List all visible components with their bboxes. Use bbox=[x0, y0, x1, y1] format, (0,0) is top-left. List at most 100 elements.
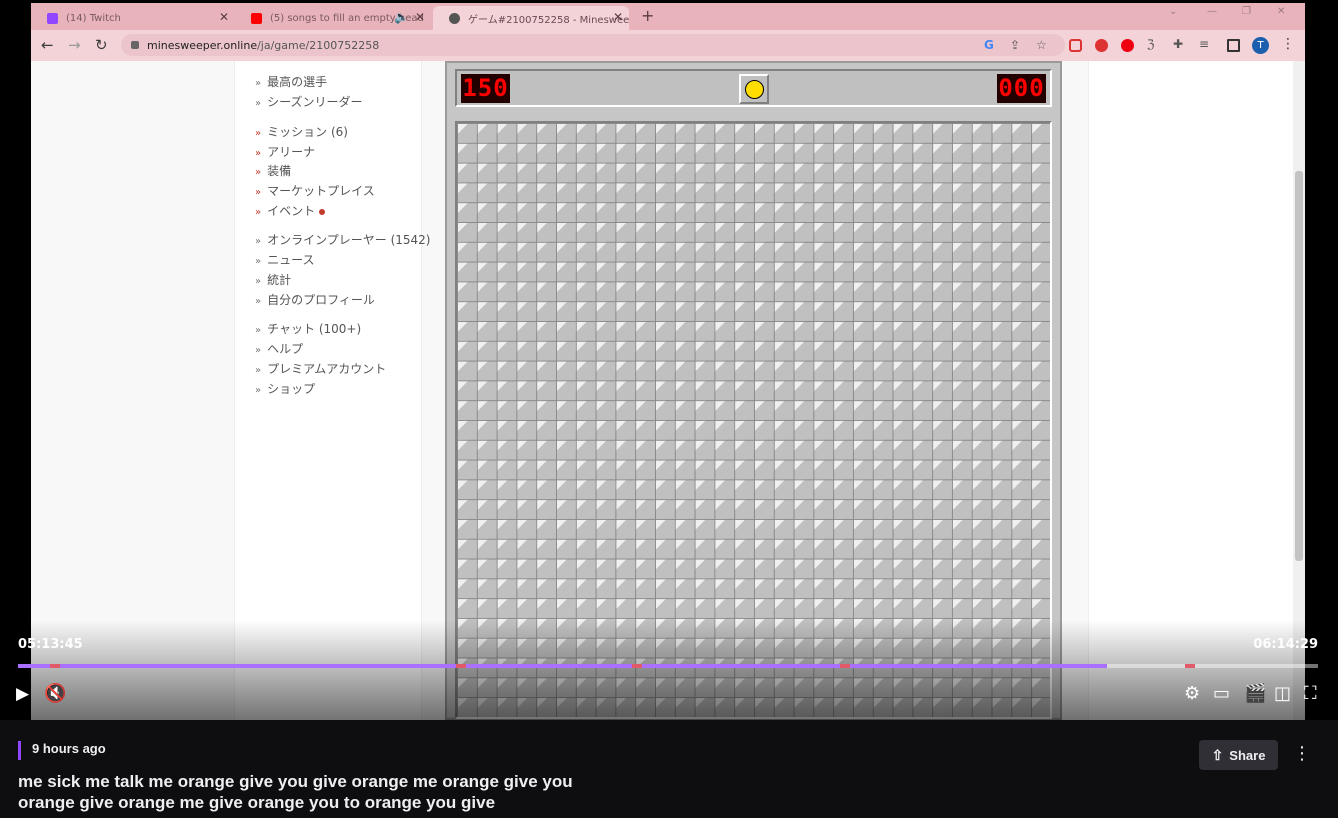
more-options-icon[interactable]: ⋮ bbox=[1293, 744, 1311, 764]
clip-icon[interactable]: 🎬 bbox=[1244, 684, 1266, 704]
address-bar: minesweeper.online /ja/game/2100752258 bbox=[121, 34, 1065, 56]
mute-icon[interactable]: 🔇 bbox=[44, 684, 66, 704]
menu-item: » オンラインプレーヤー (1542) bbox=[255, 233, 431, 247]
browser-tab-minesweeper: ゲーム#2100752258 - Minesweeper. ✕ bbox=[433, 6, 629, 30]
google-translate-icon: G bbox=[984, 38, 994, 52]
menu-item: » イベント bbox=[255, 202, 326, 219]
mines-counter: 150 bbox=[461, 74, 510, 103]
chevron-right-icon: » bbox=[255, 148, 262, 159]
minimize-icon: — bbox=[1207, 6, 1217, 17]
menu-item: » ニュース bbox=[255, 253, 315, 267]
chevron-right-icon: » bbox=[255, 256, 262, 267]
speaker-icon: 🔈 bbox=[394, 10, 409, 24]
tab-title: ゲーム#2100752258 - Minesweeper. bbox=[468, 14, 629, 26]
chevron-right-icon: » bbox=[255, 187, 262, 198]
game-status-bar: 150 000 bbox=[455, 69, 1052, 107]
posted-time: 9 hours ago bbox=[32, 741, 106, 756]
video-title: me sick me talk me orange give you give … bbox=[18, 771, 638, 813]
chevron-right-icon: » bbox=[255, 128, 262, 139]
browser-toolbar: ← → ↻ minesweeper.online /ja/game/210075… bbox=[31, 30, 1305, 61]
translate-icon: ℨ bbox=[1147, 37, 1155, 51]
globe-icon bbox=[449, 12, 460, 24]
seek-marker bbox=[1185, 664, 1195, 668]
chevron-right-icon: » bbox=[255, 236, 262, 247]
reload-icon: ↻ bbox=[95, 36, 108, 54]
chevron-right-icon: » bbox=[255, 78, 262, 89]
chevron-right-icon: » bbox=[255, 345, 262, 356]
forward-icon: → bbox=[68, 36, 81, 54]
chevron-right-icon: » bbox=[255, 325, 262, 336]
menu-item: » 最高の選手 bbox=[255, 75, 328, 89]
notification-dot bbox=[319, 208, 326, 215]
browser-tab-twitch: (14) Twitch ✕ bbox=[31, 6, 235, 30]
twitch-icon bbox=[47, 12, 58, 24]
total-time: 06:14:29 bbox=[1253, 637, 1318, 652]
game-timer: 000 bbox=[997, 74, 1046, 103]
menu-item: » ショップ bbox=[255, 382, 316, 396]
close-icon: ✕ bbox=[414, 10, 425, 24]
chevron-down-icon: ⌄ bbox=[1169, 6, 1178, 17]
video-info: 9 hours ago me sick me talk me orange gi… bbox=[0, 720, 1338, 818]
browser-tab-youtube: (5) songs to fill an empty head 🔈 ✕ bbox=[235, 6, 431, 30]
chevron-right-icon: » bbox=[255, 385, 262, 396]
youtube-icon bbox=[251, 12, 262, 24]
video-player[interactable]: (14) Twitch ✕ (5) songs to fill an empty… bbox=[0, 0, 1338, 720]
menu-item: » シーズンリーダー bbox=[255, 95, 363, 109]
menu-item: » ヘルプ bbox=[255, 342, 304, 356]
accent-bar bbox=[18, 741, 21, 760]
menu-item: » 装備 bbox=[255, 164, 292, 178]
sidebar-toggle-icon[interactable]: ◫ bbox=[1274, 684, 1291, 704]
close-icon: ✕ bbox=[218, 10, 229, 24]
extension-icon bbox=[1069, 39, 1082, 52]
puzzle-icon: ✚ bbox=[1173, 37, 1184, 51]
play-icon[interactable]: ▶ bbox=[16, 684, 29, 704]
seek-marker bbox=[840, 664, 850, 668]
close-window-icon: ✕ bbox=[1277, 6, 1286, 17]
smiley-face-icon bbox=[739, 74, 769, 104]
menu-item: » マーケットプレイス bbox=[255, 184, 375, 198]
browser-menu-icon: ⋮ bbox=[1281, 36, 1295, 52]
share-label: Share bbox=[1229, 747, 1266, 763]
url-path: /ja/game/2100752258 bbox=[257, 38, 380, 52]
chevron-right-icon: » bbox=[255, 276, 262, 287]
back-icon: ← bbox=[41, 36, 54, 54]
browser-tab-strip: (14) Twitch ✕ (5) songs to fill an empty… bbox=[31, 3, 1305, 30]
share-page-icon: ⇪ bbox=[1010, 38, 1021, 52]
bookmark-star-icon: ☆ bbox=[1036, 38, 1047, 52]
media-icon: ≡ bbox=[1199, 37, 1210, 51]
url-domain: minesweeper.online bbox=[147, 38, 258, 52]
seek-marker bbox=[50, 664, 60, 668]
player-controls-overlay bbox=[0, 620, 1338, 720]
opera-icon bbox=[1121, 39, 1134, 52]
chevron-right-icon: » bbox=[255, 167, 262, 178]
menu-item: » 統計 bbox=[255, 273, 292, 287]
fullscreen-icon[interactable]: ⛶ bbox=[1304, 684, 1317, 704]
theatre-mode-icon[interactable]: ▭ bbox=[1213, 684, 1230, 704]
menu-item: » アリーナ bbox=[255, 145, 316, 159]
video-frame: (14) Twitch ✕ (5) songs to fill an empty… bbox=[31, 3, 1305, 720]
new-tab-icon: + bbox=[641, 6, 655, 25]
restore-icon: ❐ bbox=[1242, 6, 1251, 17]
chevron-right-icon: » bbox=[255, 207, 262, 218]
settings-icon[interactable]: ⚙ bbox=[1184, 684, 1200, 704]
chevron-right-icon: » bbox=[255, 98, 262, 109]
scrollbar-thumb bbox=[1295, 171, 1303, 561]
seek-marker bbox=[632, 664, 642, 668]
chevron-right-icon: » bbox=[255, 296, 262, 307]
extension-icon bbox=[1095, 39, 1108, 52]
tab-title: (14) Twitch bbox=[66, 12, 121, 24]
chevron-right-icon: » bbox=[255, 365, 262, 376]
video-title-line: orange give orange me give orange you to… bbox=[18, 793, 496, 812]
lock-icon bbox=[131, 41, 139, 49]
menu-item: » プレミアムアカウント bbox=[255, 362, 387, 376]
avatar: T bbox=[1252, 37, 1269, 54]
seek-bar-progress bbox=[18, 664, 1108, 668]
side-panel-icon bbox=[1227, 39, 1240, 52]
seek-marker bbox=[456, 664, 466, 668]
video-title-line: me sick me talk me orange give you give … bbox=[18, 772, 573, 791]
menu-item: » ミッション (6) bbox=[255, 125, 348, 139]
close-icon: ✕ bbox=[612, 10, 623, 24]
menu-item: » チャット (100+) bbox=[255, 322, 362, 336]
seek-bar[interactable] bbox=[18, 664, 1318, 668]
share-button[interactable]: ⇧ Share bbox=[1199, 740, 1278, 770]
